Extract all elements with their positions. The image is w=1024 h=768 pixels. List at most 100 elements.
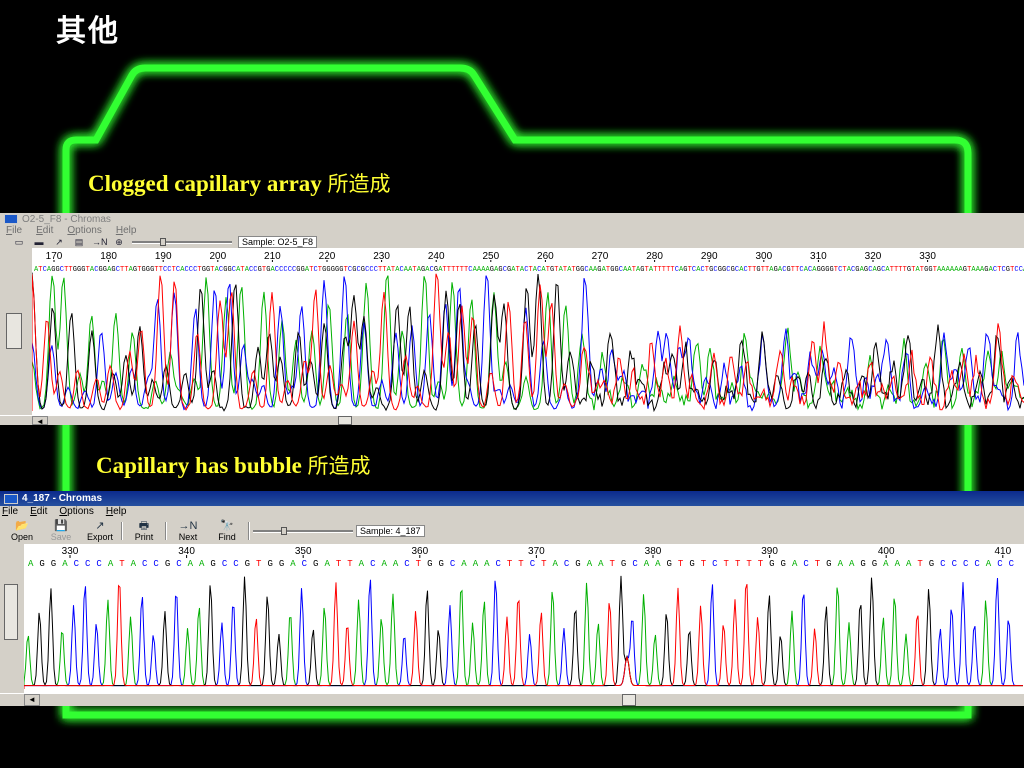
slider-thumb[interactable]	[160, 237, 166, 246]
next-n-icon[interactable]: →N	[92, 237, 108, 247]
base-call: A	[838, 559, 844, 569]
base-call: C	[974, 559, 980, 569]
caption1-text: Clogged capillary array	[88, 171, 322, 196]
menu-options[interactable]: Options	[67, 225, 101, 236]
base-call: C	[404, 559, 410, 569]
save-button[interactable]: 💾 Save	[43, 520, 79, 542]
horizontal-scroll-thumb[interactable]	[622, 694, 636, 706]
base-call: C	[370, 559, 376, 569]
toolbar-separator	[165, 521, 167, 540]
scroll-left-arrow[interactable]: ◄	[32, 416, 48, 425]
caption-clogged-capillary: Clogged capillary array 所造成	[88, 168, 391, 198]
base-call: C	[940, 559, 946, 569]
export-icon: ↗	[95, 519, 105, 532]
horizontal-scroll-thumb[interactable]	[338, 416, 352, 425]
base-call: C	[302, 559, 308, 569]
find-icon[interactable]: ⊕	[112, 237, 126, 247]
base-call: G	[872, 559, 877, 569]
chromas-app-icon	[4, 493, 18, 504]
menu-edit[interactable]: Edit	[36, 225, 53, 236]
base-call: A	[792, 559, 798, 569]
sample-name-field: Sample: 4_187	[356, 524, 425, 537]
base-call: T	[917, 559, 923, 569]
base-call: T	[119, 559, 125, 569]
base-call: A	[199, 559, 205, 569]
menu-file[interactable]: File	[6, 225, 22, 236]
base-call: A	[849, 559, 855, 569]
menu-file[interactable]: File	[2, 506, 18, 518]
base-call: C	[1009, 559, 1015, 569]
base-call: C	[963, 559, 969, 569]
base-call: T	[541, 559, 547, 569]
menubar: File Edit Options Help	[0, 225, 1024, 236]
chromatogram-traces: 170 180 190 200 210 220 230 240 250 260 270 280 290 3…	[32, 251, 1024, 413]
chromatogram-plot: 330 340 350 360 370 380 390 400 410 A G G A C C C A T A C C G…	[24, 544, 1024, 694]
menu-help[interactable]: Help	[116, 225, 137, 236]
titlebar[interactable]: O2-5_F8 - Chromas	[0, 213, 1024, 225]
scroll-left-arrow[interactable]: ◄	[24, 694, 40, 706]
print-label: Print	[134, 531, 154, 542]
vertical-scale-scrollbar[interactable]	[0, 544, 25, 694]
base-call: C	[222, 559, 228, 569]
base-call: C	[450, 559, 456, 569]
find-label: Find	[218, 531, 236, 542]
base-call: T	[746, 559, 752, 569]
base-call: G	[438, 559, 443, 569]
base-call: T	[758, 559, 764, 569]
open-icon[interactable]: ▭	[12, 237, 26, 247]
base-call: C	[85, 559, 91, 569]
base-call: G	[689, 559, 694, 569]
find-button[interactable]: 🔭 Find	[209, 520, 245, 542]
chromatogram-plot: 170 180 190 200 210 220 230 240 250 260 270 280 290 3…	[32, 248, 1024, 416]
menu-edit[interactable]: Edit	[30, 506, 47, 518]
base-call: T	[347, 559, 353, 569]
open-button[interactable]: 📂 Open	[4, 520, 40, 542]
base-call: A	[393, 559, 399, 569]
base-call: A	[108, 559, 114, 569]
base-call: A	[986, 559, 992, 569]
print-icon: 🖶	[138, 519, 150, 532]
open-icon: 📂	[15, 519, 29, 532]
base-call: T	[518, 559, 524, 569]
base-call: A	[62, 559, 68, 569]
chromatogram-traces: 330 340 350 360 370 380 390 400 410A G G A C C C A T A C C G…	[24, 546, 1023, 689]
base-call: A	[131, 559, 137, 569]
base-call: C	[153, 559, 159, 569]
print-button[interactable]: 🖶 Print	[126, 520, 162, 542]
menu-help[interactable]: Help	[106, 506, 127, 518]
base-call: C	[495, 559, 501, 569]
horizontal-scrollbar[interactable]: ◄	[0, 693, 1024, 706]
zoom-slider[interactable]	[132, 237, 232, 246]
vertical-scroll-thumb[interactable]	[4, 584, 18, 640]
base-call: G	[165, 559, 170, 569]
export-icon[interactable]: ↗	[52, 237, 66, 247]
base-call: A	[644, 559, 650, 569]
horizontal-scrollbar[interactable]: ◄	[0, 415, 1024, 425]
trace-C	[24, 577, 1023, 689]
base-call: A	[461, 559, 467, 569]
toolbar-separator	[121, 521, 123, 540]
export-button[interactable]: ↗ Export	[82, 520, 118, 542]
zoom-slider[interactable]	[253, 526, 353, 535]
base-call: C	[632, 559, 638, 569]
next-n-icon: →N	[178, 519, 198, 532]
titlebar[interactable]: 4_187 - Chromas	[0, 491, 1024, 506]
base-call: G	[781, 559, 786, 569]
vertical-scroll-thumb[interactable]	[6, 313, 22, 349]
next-button[interactable]: →N Next	[170, 520, 206, 542]
toolbar: 📂 Open 💾 Save ↗ Export 🖶 Print →N Next 🔭…	[0, 519, 1024, 542]
base-call: T	[416, 559, 422, 569]
menu-options[interactable]: Options	[59, 506, 93, 518]
base-call: A	[553, 559, 559, 569]
base-call: T	[701, 559, 707, 569]
base-call: T	[815, 559, 821, 569]
base-call: A	[598, 559, 604, 569]
vertical-scale-scrollbar[interactable]	[0, 248, 33, 416]
caption-capillary-bubble: Capillary has bubble 所造成	[96, 450, 371, 480]
slider-thumb[interactable]	[281, 526, 287, 535]
base-call: G	[279, 559, 284, 569]
save-icon[interactable]: ▬	[32, 237, 46, 247]
base-call: C	[142, 559, 148, 569]
print-icon[interactable]: ▤	[72, 237, 86, 247]
base-call: T	[735, 559, 741, 569]
